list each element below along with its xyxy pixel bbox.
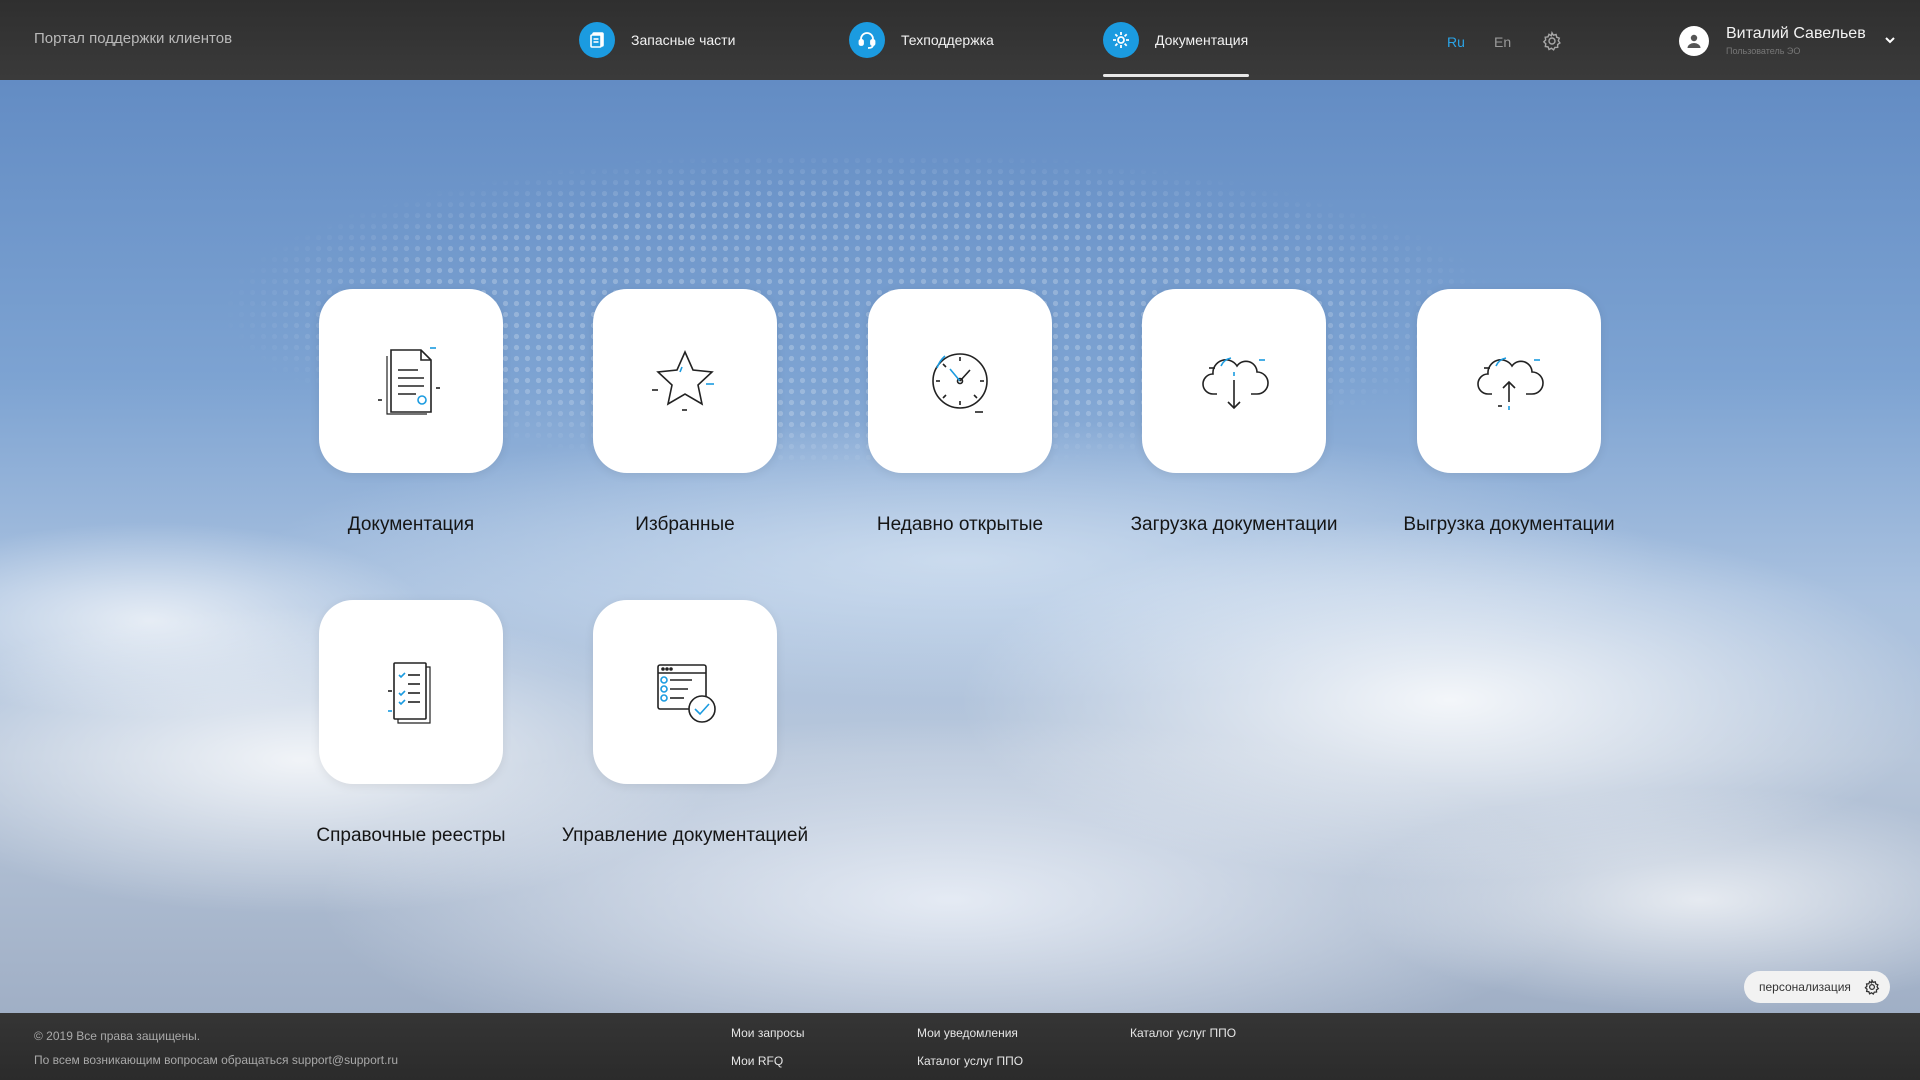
cloud-upload-icon (1477, 357, 1544, 410)
header: Портал поддержки клиентов Запасные части… (0, 0, 1920, 80)
checklist-icon (388, 662, 431, 724)
nav-label: Документация (1155, 32, 1249, 48)
user-role: Пользователь ЭО (1726, 46, 1801, 56)
active-tab-indicator (1103, 74, 1249, 77)
user-name: Виталий Савельев (1726, 25, 1866, 42)
settings-gear-icon[interactable] (1542, 31, 1562, 51)
tile-favorites[interactable]: Избранные (593, 289, 777, 535)
footer: © 2019 Все права защищены. По всем возни… (0, 1013, 1920, 1080)
tile-label: Недавно открытые (876, 514, 1044, 535)
document-management-icon (657, 664, 716, 723)
tile-export-docs[interactable]: Выгрузка документации (1403, 289, 1615, 535)
document-icon (579, 22, 615, 58)
tile-label: Избранные (635, 514, 735, 535)
tile-doc-management[interactable]: Управление документацией (562, 600, 808, 846)
footer-link-notifications[interactable]: Мои уведомления (917, 1026, 1018, 1040)
tile-box (1142, 289, 1326, 473)
nav-item-support[interactable]: Техподдержка (849, 22, 994, 58)
gear-icon (1864, 979, 1880, 995)
tile-box (319, 600, 503, 784)
cloud-download-icon (1202, 357, 1269, 410)
copyright: © 2019 Все права защищены. (34, 1029, 201, 1043)
tile-label: Справочные реестры (316, 825, 506, 846)
footer-link-catalog-2[interactable]: Каталог услуг ППО (1130, 1026, 1236, 1040)
chevron-down-icon[interactable] (1883, 33, 1897, 47)
tile-upload-docs[interactable]: Загрузка документации (1131, 289, 1337, 535)
personalization-button[interactable]: персонализация (1744, 971, 1890, 1003)
tile-box (319, 289, 503, 473)
contact-info: По всем возникающим вопросам обращаться … (34, 1053, 399, 1067)
headset-icon (849, 22, 885, 58)
footer-link-catalog[interactable]: Каталог услуг ППО (917, 1054, 1023, 1068)
clock-icon (932, 353, 988, 413)
nav-item-documentation[interactable]: Документация (1103, 22, 1248, 58)
tile-label: Документация (347, 514, 475, 535)
lang-en-button[interactable]: En (1494, 34, 1511, 50)
tile-label: Управление документацией (561, 825, 809, 846)
star-icon (652, 350, 714, 411)
tile-box (593, 289, 777, 473)
tile-reference-registers[interactable]: Справочные реестры (316, 600, 506, 846)
footer-link-my-rfq[interactable]: Мои RFQ (731, 1054, 783, 1068)
tile-label: Загрузка документации (1130, 514, 1338, 535)
tile-recently-opened[interactable]: Недавно открытые (868, 289, 1052, 535)
nav-label: Техподдержка (901, 32, 994, 48)
tile-box (1417, 289, 1601, 473)
gear-icon (1103, 22, 1139, 58)
portal-title: Портал поддержки клиентов (34, 30, 233, 47)
tile-documentation[interactable]: Документация (319, 289, 503, 535)
footer-link-my-requests[interactable]: Мои запросы (731, 1026, 805, 1040)
nav-item-spare-parts[interactable]: Запасные части (579, 22, 735, 58)
document-icon (378, 347, 440, 415)
tile-box (868, 289, 1052, 473)
nav-label: Запасные части (631, 32, 736, 48)
user-icon (1687, 34, 1701, 48)
avatar[interactable] (1679, 26, 1709, 56)
personalization-label: персонализация (1759, 980, 1851, 994)
tile-label: Выгрузка документации (1403, 514, 1615, 535)
tile-box (593, 600, 777, 784)
lang-ru-button[interactable]: Ru (1447, 34, 1465, 50)
